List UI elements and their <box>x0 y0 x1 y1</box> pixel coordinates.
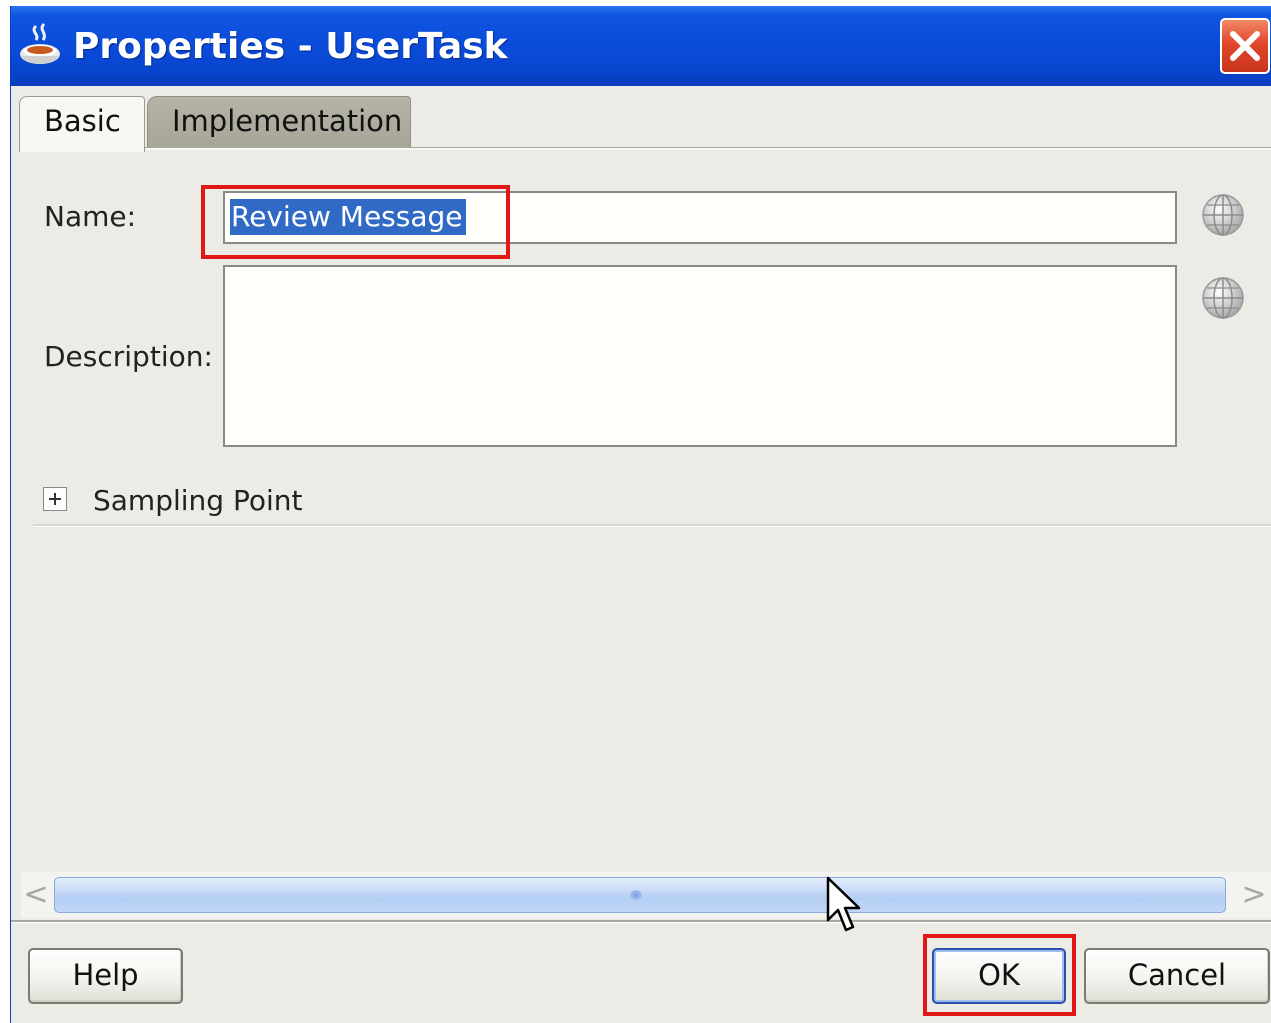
close-button[interactable] <box>1220 18 1270 74</box>
translate-globe-icon[interactable] <box>1201 276 1245 320</box>
scrollbar-thumb[interactable] <box>54 877 1226 913</box>
name-field-highlight <box>201 185 510 259</box>
window-title: Properties - UserTask <box>73 26 508 67</box>
cancel-button[interactable]: Cancel <box>1084 948 1270 1004</box>
description-label: Description: <box>44 340 213 373</box>
properties-dialog: Properties - UserTask Implementation Bas… <box>10 6 1271 1023</box>
description-field[interactable] <box>223 265 1177 447</box>
expand-plus-icon[interactable] <box>43 487 67 511</box>
tab-divider <box>144 147 1271 150</box>
scrollbar-grip <box>630 890 642 900</box>
section-divider <box>33 524 1271 527</box>
help-button[interactable]: Help <box>28 948 183 1004</box>
title-bar[interactable]: Properties - UserTask <box>11 6 1271 86</box>
sampling-point-label[interactable]: Sampling Point <box>93 484 302 517</box>
mouse-pointer-icon <box>826 876 861 932</box>
tab-basic[interactable]: Basic <box>19 96 145 152</box>
app-icon <box>20 22 60 64</box>
translate-globe-icon[interactable] <box>1201 193 1245 237</box>
ok-button-highlight <box>923 934 1076 1016</box>
close-icon <box>1230 31 1260 61</box>
scroll-right-arrow[interactable]: > <box>1241 880 1267 910</box>
scroll-left-arrow[interactable]: < <box>23 880 49 910</box>
tab-implementation[interactable]: Implementation <box>147 96 411 148</box>
name-label: Name: <box>44 200 137 233</box>
footer-divider <box>11 920 1271 923</box>
horizontal-scrollbar[interactable]: < > <box>21 872 1271 918</box>
